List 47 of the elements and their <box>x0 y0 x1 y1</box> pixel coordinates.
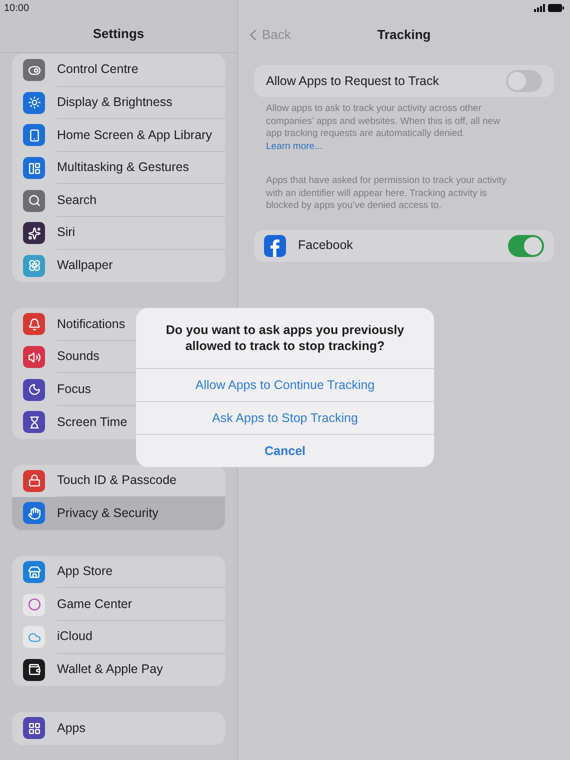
item-label: Touch ID & Passcode <box>57 472 177 489</box>
item-label: Siri <box>57 224 76 242</box>
item-label: Wallet & Apple Pay <box>57 661 163 678</box>
sidebar-item[interactable]: Search <box>12 184 225 217</box>
footer-text: Allow apps to ask to track your activity across other companies’ apps and websites. When this is off, all new app tracking requests are automatically denied. Learn more... <box>265 102 501 153</box>
sidebar-item[interactable]: iCloud <box>12 620 225 654</box>
item-label: Game Center <box>57 596 132 613</box>
battery-icon <box>548 4 564 12</box>
sidebar-item[interactable]: Home Screen & App Library <box>12 119 225 152</box>
app-name: Facebook <box>298 237 353 254</box>
alert-action[interactable]: Cancel <box>136 434 434 467</box>
alert-action[interactable]: Allow Apps to Continue Tracking <box>136 368 434 401</box>
letter-f-app-icon <box>264 234 286 256</box>
sidebar-item[interactable]: App Store <box>12 556 225 588</box>
signal-icon <box>534 4 545 12</box>
alert-action[interactable]: Ask Apps to Stop Tracking <box>136 401 434 434</box>
item-label: Home Screen & App Library <box>57 126 212 144</box>
sidebar-item[interactable]: Siri <box>12 216 225 250</box>
item-label: Screen Time <box>57 414 128 431</box>
item-label: Focus <box>57 380 92 398</box>
item-label: App Store <box>57 563 113 580</box>
page-title: Tracking <box>377 26 431 44</box>
section-text: Apps that have asked for permission to track your activity with an identifier will appear here. Tracking activity is blocked by apps you’ve denied access to. <box>265 174 508 212</box>
sidebar-item[interactable]: Game Center <box>12 588 225 621</box>
item-label: Notifications <box>57 316 126 333</box>
toggle-switch[interactable] <box>506 70 542 92</box>
sidebar-item[interactable]: Wallet & Apple Pay <box>12 654 225 686</box>
sidebar-item[interactable]: Apps <box>12 712 225 745</box>
sidebar-title: Settings <box>92 25 144 44</box>
sidebar-item[interactable]: Privacy & Security <box>12 497 225 530</box>
item-label: iCloud <box>57 628 92 646</box>
item-label: Privacy & Security <box>57 505 158 522</box>
item-label: Multitasking & Gestures <box>57 159 189 176</box>
alert-message: Do you want to ask apps you previously allowed to track to stop tracking? <box>164 322 406 355</box>
item-label: Search <box>57 192 97 209</box>
status-time: 10:00 <box>4 2 30 16</box>
sidebar-item[interactable]: Control Centre <box>12 54 225 87</box>
row-label: Allow Apps to Request to Track <box>266 72 440 90</box>
item-label: Display & Brightness <box>57 94 172 112</box>
sidebar-item[interactable]: Wallpaper <box>12 250 225 282</box>
sidebar-item[interactable]: Multitasking & Gestures <box>12 152 225 184</box>
item-label: Sounds <box>57 348 100 366</box>
toggle-switch[interactable] <box>508 234 544 256</box>
item-label: Control Centre <box>57 61 138 78</box>
item-label: Apps <box>57 720 86 738</box>
item-label: Wallpaper <box>57 257 113 274</box>
sidebar-item[interactable]: Display & Brightness <box>12 86 225 120</box>
